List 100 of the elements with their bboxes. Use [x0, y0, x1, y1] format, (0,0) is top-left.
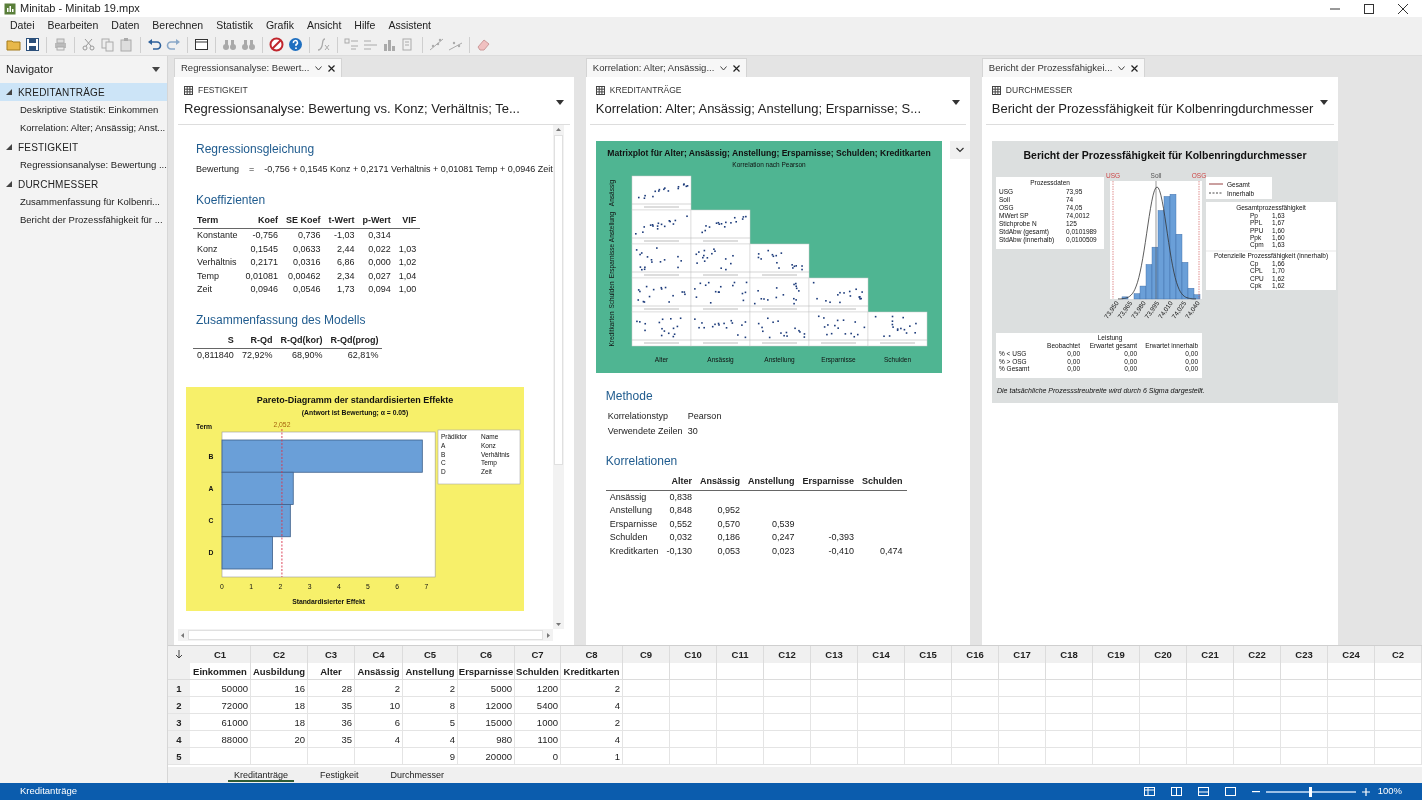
table-cell: 0,736: [282, 228, 325, 243]
expanded-triangle-icon[interactable]: [6, 89, 12, 95]
equation-text: -0,756 + 0,1545 Konz + 0,2171 Verhältnis + 0,01081 Temp + 0,0946 Zeit: [264, 163, 553, 177]
column-name[interactable]: Ausbildung: [251, 663, 308, 679]
chevron-down-icon[interactable]: [1118, 65, 1126, 71]
column-header: Alter: [662, 475, 696, 491]
table-cell: 62,81%: [326, 348, 383, 363]
navigator-item[interactable]: Regressionsanalyse: Bewertung ...: [0, 156, 167, 174]
expanded-triangle-icon[interactable]: [6, 144, 12, 150]
menu-item[interactable]: Berechnen: [152, 17, 204, 34]
column-name[interactable]: Ersparnisse: [458, 663, 515, 679]
row-number[interactable]: 5: [168, 748, 190, 764]
navigator-group[interactable]: KREDITANTRÄGE: [0, 83, 167, 101]
undo-icon[interactable]: [147, 37, 162, 52]
scrollbar-thumb[interactable]: [553, 135, 563, 466]
navigator-item[interactable]: Bericht der Prozessfähigkeit für ...: [0, 211, 167, 229]
save-icon[interactable]: [25, 37, 40, 52]
slider-thumb[interactable]: [1309, 786, 1313, 797]
help-icon[interactable]: [288, 37, 303, 52]
document-tab[interactable]: Regressionsanalyse: Bewert...: [174, 58, 343, 77]
table-cell: 4: [561, 697, 623, 713]
menu-item[interactable]: Hilfe: [354, 17, 376, 34]
printer-icon[interactable]: [53, 37, 68, 52]
menu-item[interactable]: Grafik: [265, 17, 294, 34]
chevron-down-icon[interactable]: [315, 65, 323, 71]
equals-sign: =: [249, 163, 255, 177]
scatter-icon[interactable]: [429, 37, 444, 52]
binoculars-icon[interactable]: [222, 37, 237, 52]
table-cell: 0,314: [358, 228, 395, 243]
table-cell-text: Ersparnisse: [608, 517, 659, 531]
dropdown-button-icon[interactable]: [949, 141, 970, 160]
table-cell-text: -0,393: [827, 531, 855, 545]
dropdown-caret-icon[interactable]: [951, 100, 960, 105]
menu-item[interactable]: Assistent: [388, 17, 431, 34]
stop-icon[interactable]: [269, 37, 284, 52]
row-number[interactable]: 3: [168, 714, 190, 730]
chart-icon[interactable]: [382, 37, 397, 52]
dropdown-caret-icon[interactable]: [555, 100, 564, 105]
layout-icon[interactable]: [1197, 787, 1209, 796]
dropdown-caret-icon[interactable]: [151, 65, 161, 73]
close-icon[interactable]: [328, 64, 336, 72]
table-cell-text: 0,474: [878, 544, 904, 558]
table-cell-text: 0,952: [716, 504, 741, 518]
navigator-item[interactable]: Zusammenfassung für Kolbenri...: [0, 193, 167, 211]
horizontal-scrollbar[interactable]: [178, 629, 553, 641]
column-name[interactable]: Einkommen: [190, 663, 251, 679]
scrollbar-thumb[interactable]: [188, 630, 543, 640]
binoculars-icon[interactable]: [241, 37, 256, 52]
column-name[interactable]: Kreditkarten: [561, 663, 623, 679]
table-cell-text: 0,032: [668, 531, 693, 545]
navigator-group[interactable]: DURCHMESSER: [0, 175, 167, 193]
clipboard-icon[interactable]: [119, 37, 134, 52]
split-view-icon[interactable]: [1170, 787, 1182, 796]
scissors-icon[interactable]: [81, 37, 96, 52]
menu-item[interactable]: Bearbeiten: [47, 17, 99, 34]
navigator-item[interactable]: Deskriptive Statistik: Einkommen: [0, 101, 167, 119]
zoom-level: 100%: [1377, 784, 1402, 799]
sheet-tab[interactable]: Festigkeit: [314, 768, 365, 782]
close-icon[interactable]: [733, 64, 741, 72]
row-number[interactable]: 2: [168, 697, 190, 713]
eraser-icon[interactable]: [476, 37, 491, 52]
menu-item[interactable]: Statistik: [216, 17, 253, 34]
window-icon[interactable]: [194, 37, 209, 52]
close-icon[interactable]: [1131, 64, 1139, 72]
column-name[interactable]: Ansässig: [355, 663, 403, 679]
sheet-tab[interactable]: Durchmesser: [384, 768, 451, 782]
vertical-scrollbar[interactable]: [552, 125, 564, 629]
table-cell: 61000: [190, 714, 251, 730]
grid-view-icon[interactable]: [1143, 787, 1155, 796]
menu-item[interactable]: Ansicht: [306, 17, 342, 34]
menu-item[interactable]: Datei: [10, 17, 35, 34]
column-name[interactable]: Alter: [308, 663, 355, 679]
window-icon[interactable]: [1224, 787, 1236, 796]
expanded-triangle-icon[interactable]: [6, 181, 12, 187]
equation-text: Bewertung: [196, 163, 240, 177]
table-cell: 4: [403, 731, 458, 747]
table-cell-text: Schulden: [608, 531, 649, 545]
document-tab[interactable]: Bericht der Prozessfähigkei...: [981, 58, 1146, 77]
zoom-in-icon[interactable]: [1361, 787, 1370, 796]
navigator-item[interactable]: Korrelation: Alter; Ansässig; Anst...: [0, 119, 167, 137]
copy-icon[interactable]: [100, 37, 115, 52]
document-tab[interactable]: Korrelation: Alter; Ansässig...: [585, 58, 748, 77]
list-icon[interactable]: [363, 37, 378, 52]
table-cell: 72,92%: [237, 348, 277, 363]
table-cell-text: 30: [687, 424, 699, 438]
table-cell: 18: [251, 697, 308, 713]
dropdown-caret-icon[interactable]: [1319, 100, 1328, 105]
column-name[interactable]: Schulden: [515, 663, 561, 679]
navigator-group[interactable]: FESTIGKEIT: [0, 138, 167, 156]
table-cell-text: Temp: [196, 269, 220, 283]
column-name[interactable]: Anstellung: [403, 663, 458, 679]
list-icon[interactable]: [344, 37, 359, 52]
zoom-out-icon[interactable]: [1251, 790, 1260, 793]
worksheet-label: KREDITANTRÄGE: [609, 84, 682, 97]
row-number[interactable]: 4: [168, 731, 190, 747]
chevron-down-icon[interactable]: [720, 65, 728, 71]
section-heading: Koeffizienten: [196, 191, 267, 209]
row-number[interactable]: 1: [168, 680, 190, 696]
function-icon[interactable]: [316, 37, 331, 52]
menu-item[interactable]: Daten: [111, 17, 140, 34]
